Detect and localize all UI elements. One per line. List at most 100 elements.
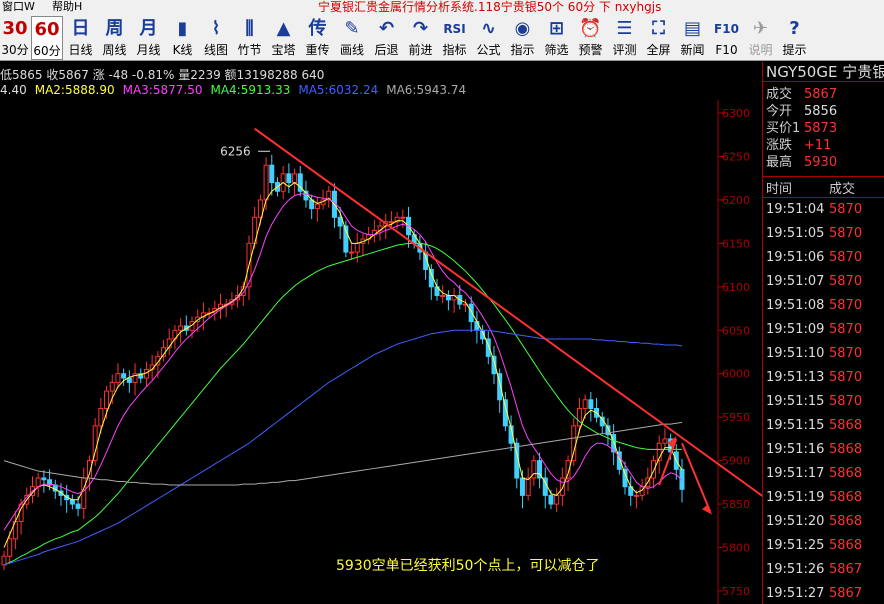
toolbar-button-13[interactable]: RSI 指标 xyxy=(438,16,471,60)
y-tick-label: 5800 xyxy=(722,542,750,555)
tick-price: 5870 xyxy=(829,322,863,337)
candle-body xyxy=(98,407,104,427)
toolbar-label: 全屏 xyxy=(646,43,671,57)
toolbar-label: 指标 xyxy=(442,43,467,57)
tick-price: 5870 xyxy=(829,202,863,217)
toolbar-button-23[interactable]: ? 提示 xyxy=(778,16,811,60)
toolbar-label: 竹节 xyxy=(237,43,262,57)
toolbar-button-2[interactable]: 日日线 xyxy=(64,16,97,60)
candle-body xyxy=(121,373,127,379)
candlestick-chart[interactable]: 6300 6250 6200 6150 6100 6050 6000 5950 5900 5850… xyxy=(0,100,762,604)
tick-time: 19:51:17 xyxy=(766,466,825,481)
tick-time: 19:51:05 xyxy=(766,226,825,241)
y-tick-label: 6050 xyxy=(722,324,750,337)
arrow-down-line xyxy=(681,442,711,512)
toolbar-button-3[interactable]: 周周线 xyxy=(98,16,131,60)
moving-average-legend: 4.40 MA2:5888.90 MA3:5877.50 MA4:5913.33 MA5… xyxy=(0,83,474,99)
menu-help[interactable]: 帮助H xyxy=(52,0,82,14)
candle-body xyxy=(548,494,554,505)
toolbar-button-7[interactable]: ⫼ 竹节 xyxy=(233,16,266,60)
tick-row: 19:51:04 5870 xyxy=(766,200,862,220)
toolbar-button-18[interactable]: ☰ 评测 xyxy=(608,16,641,60)
candle-body xyxy=(75,503,81,509)
tick-time: 19:51:20 xyxy=(766,514,825,529)
tick-price: 5868 xyxy=(829,442,863,457)
y-tick-label: 5900 xyxy=(722,455,750,468)
y-tick-label: 6200 xyxy=(722,194,750,207)
toolbar-icon: 月 xyxy=(139,18,158,39)
arrow-down-head xyxy=(702,504,712,515)
y-tick-label: 6150 xyxy=(722,237,750,250)
quote-value: 5873 xyxy=(804,121,838,136)
candle-body xyxy=(662,438,668,444)
tick-price: 5870 xyxy=(829,298,863,313)
toolbar-button-16[interactable]: ⊞ 筛选 xyxy=(540,16,573,60)
candle-body xyxy=(292,173,298,184)
toolbar-button-10[interactable]: ✎ 画线 xyxy=(335,16,369,60)
toolbar-icon: ⊞ xyxy=(548,18,565,39)
toolbar-label: 新闻 xyxy=(680,43,705,57)
tick-row: 19:51:15 5870 xyxy=(766,392,862,412)
tick-row: 19:51:25 5868 xyxy=(766,536,862,556)
tick-price: 5868 xyxy=(829,418,863,433)
toolbar-button-5[interactable]: ▮ K线 xyxy=(166,16,199,60)
tick-row: 19:51:26 5867 xyxy=(766,560,862,580)
candle-body xyxy=(388,221,394,224)
toolbar-button-12[interactable]: ↷ 前进 xyxy=(404,16,437,60)
toolbar-icon: 传 xyxy=(308,18,327,39)
toolbar-icon: ✈ xyxy=(752,18,769,39)
tick-price: 5870 xyxy=(829,394,863,409)
toolbar-button-11[interactable]: ↶ 后退 xyxy=(370,16,403,60)
toolbar: 30 30分 60 60分日日线周周线月月线 ▮ K线 ⌇ 线图 ⫼ 竹节 ▲ 宝塔传重传 ✎ 画线 ↶ 后退… xyxy=(0,16,884,61)
menu-window[interactable]: 窗口W xyxy=(2,0,35,14)
toolbar-icon: RSI xyxy=(443,22,466,36)
tick-price: 5867 xyxy=(829,586,863,601)
tick-time: 19:51:15 xyxy=(766,394,825,409)
toolbar-icon: ⌇ xyxy=(211,18,221,39)
toolbar-button-15[interactable]: ◉ 指示 xyxy=(506,16,539,60)
toolbar-button-20[interactable]: ▤ 新闻 xyxy=(676,16,709,60)
candle-body xyxy=(445,295,451,301)
quote-value: +11 xyxy=(804,138,832,153)
toolbar-button-22[interactable]: ✈ 说明 xyxy=(744,16,777,60)
toolbar-icon: ▮ xyxy=(177,18,188,39)
tick-time: 19:51:09 xyxy=(766,322,825,337)
toolbar-label: 线图 xyxy=(203,43,228,57)
toolbar-button-14[interactable]: ∿ 公式 xyxy=(472,16,505,60)
toolbar-label: 月线 xyxy=(136,43,161,57)
tick-time: 19:51:27 xyxy=(766,586,825,601)
tick-row: 19:51:16 5868 xyxy=(766,440,862,460)
toolbar-button-17[interactable]: ⏰ 预警 xyxy=(574,16,607,60)
toolbar-button-8[interactable]: ▲ 宝塔 xyxy=(267,16,300,60)
quote-row: 涨跌 +11 xyxy=(766,137,831,154)
tick-time: 19:51:13 xyxy=(766,370,825,385)
toolbar-icon: ? xyxy=(789,18,800,39)
candle-body xyxy=(81,477,87,509)
candle-body xyxy=(651,460,657,479)
ma-value-ma2: MA2:5888.90 xyxy=(34,83,115,97)
toolbar-icon: 30 xyxy=(2,18,28,39)
ma-value-ma1: 4.40 xyxy=(0,83,27,97)
tick-row: 19:51:20 5868 xyxy=(766,512,862,532)
tick-time: 19:51:06 xyxy=(766,250,825,265)
tick-price: 5867 xyxy=(829,562,863,577)
toolbar-button-9[interactable]: 传重传 xyxy=(301,16,334,60)
candle-body xyxy=(115,373,121,383)
quote-value: 5856 xyxy=(804,104,838,119)
candle-body xyxy=(354,242,360,253)
toolbar-icon: 日 xyxy=(71,18,90,39)
quote-value: 5930 xyxy=(804,155,838,170)
tick-row: 19:51:13 5870 xyxy=(766,368,862,388)
candle-body xyxy=(104,390,110,409)
annotation-text: 5930空单已经获利50个点上，可以减仓了 xyxy=(336,558,599,574)
toolbar-button-4[interactable]: 月月线 xyxy=(132,16,165,60)
toolbar-label: 前进 xyxy=(408,43,433,57)
toolbar-button-6[interactable]: ⌇ 线图 xyxy=(200,16,232,60)
toolbar-button-19[interactable]: ⛶ 全屏 xyxy=(642,16,675,60)
toolbar-button-21[interactable]: F10 F10 xyxy=(710,16,743,60)
toolbar-button-0[interactable]: 30 30分 xyxy=(0,16,30,60)
ma5-line xyxy=(3,329,683,566)
toolbar-button-1[interactable]: 60 60分 xyxy=(31,16,63,60)
quote-panel: NGY50GE 宁贵银 成交 5867 今开 5856 买价1 5873 涨跌 +11 最高 59… xyxy=(763,62,884,604)
toolbar-icon: ☰ xyxy=(616,18,633,39)
